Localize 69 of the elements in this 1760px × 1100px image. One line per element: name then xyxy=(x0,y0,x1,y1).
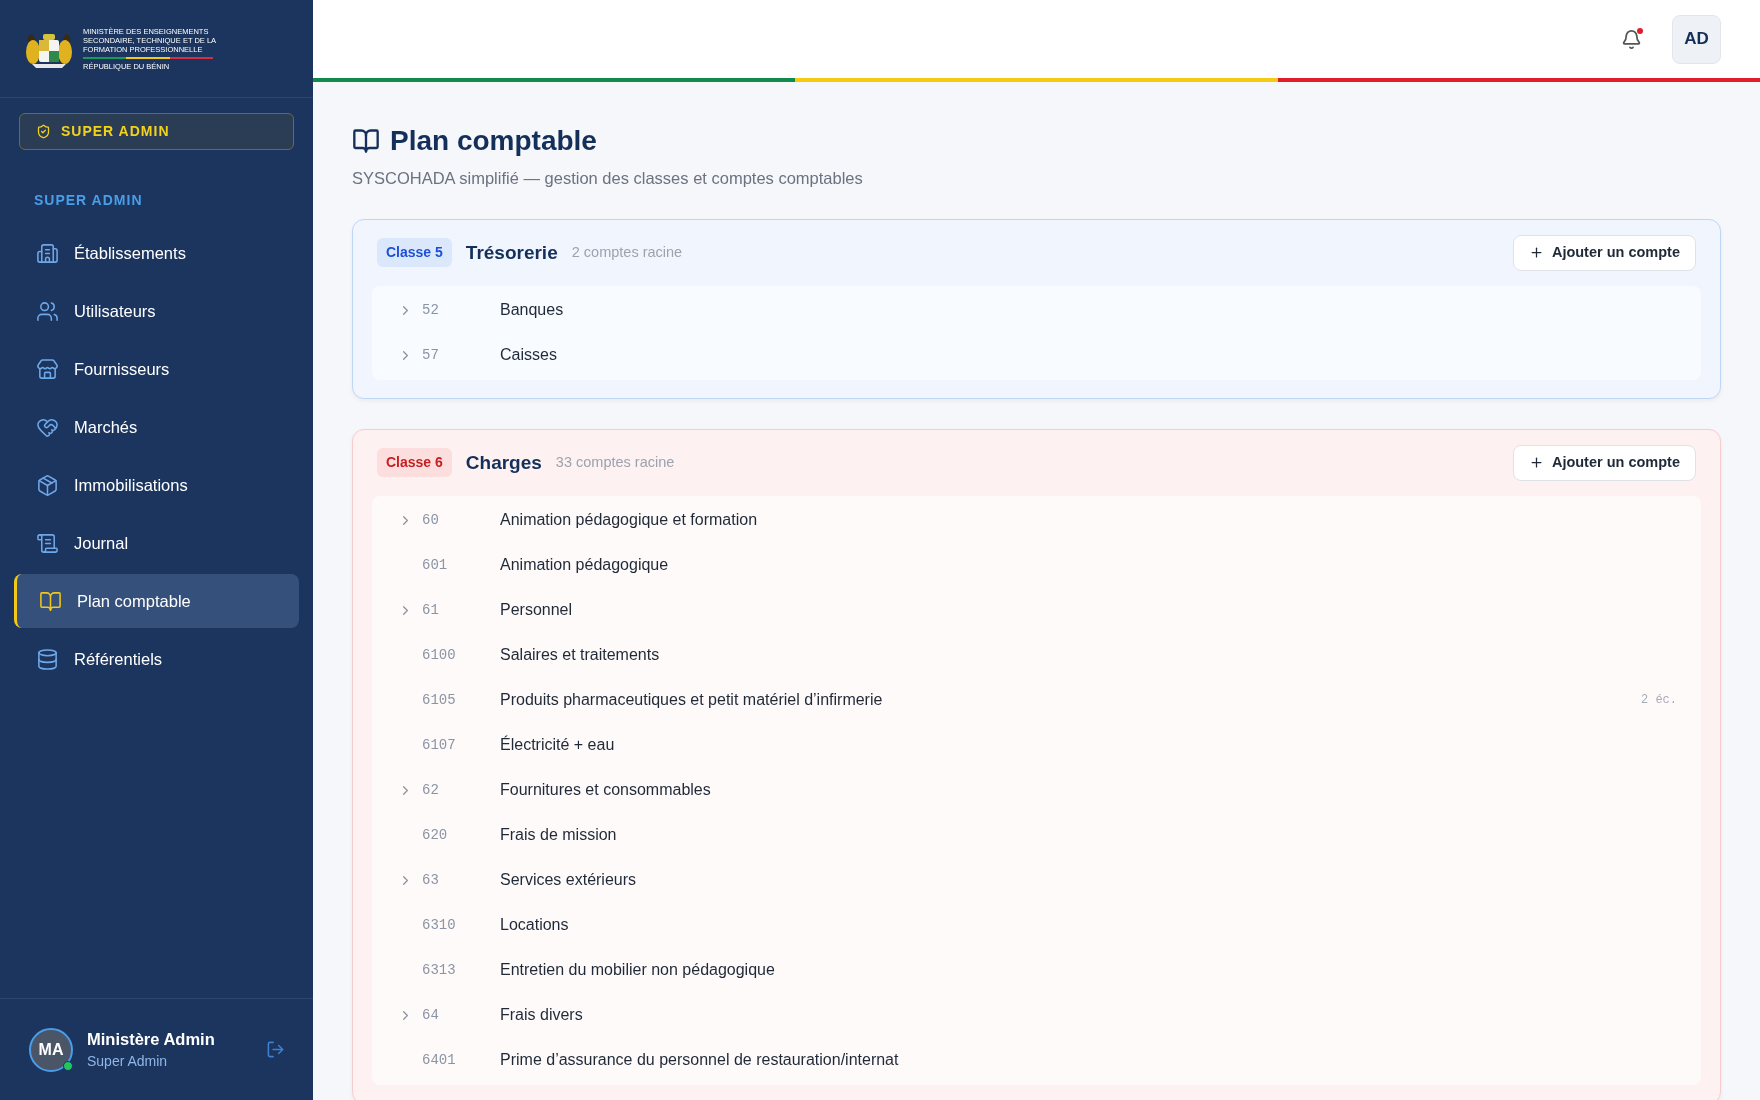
nav-item[interactable]: Plan comptable xyxy=(14,574,299,628)
account-label: Entretien du mobilier non pédagogique xyxy=(500,960,775,981)
scroll-icon xyxy=(36,531,59,555)
logout-icon[interactable] xyxy=(266,1040,285,1059)
page-title: Plan comptable xyxy=(390,124,597,158)
nav-item[interactable]: Établissements xyxy=(14,226,299,280)
account-label: Prime d’assurance du personnel de restauration/internat xyxy=(500,1050,899,1071)
plus-icon xyxy=(1528,245,1544,261)
account-label: Fournitures et consommables xyxy=(500,780,711,801)
notification-button[interactable] xyxy=(1621,28,1642,50)
store-icon xyxy=(36,357,59,381)
account-code: 61 xyxy=(422,600,440,620)
account-code: 6313 xyxy=(422,960,457,980)
account-count: 2 comptes racine xyxy=(571,242,683,262)
account-label: Animation pédagogique et formation xyxy=(500,510,758,531)
page-subtitle: SYSCOHADA simplifié — gestion des classes et comptes comptables xyxy=(352,168,864,189)
account-button[interactable]: AD xyxy=(1672,14,1721,64)
account-code: 64 xyxy=(422,1005,440,1025)
account-code: 620 xyxy=(422,825,449,845)
account-label: Animation pédagogique xyxy=(500,555,669,576)
book-icon xyxy=(352,127,380,155)
account-code: 52 xyxy=(422,300,440,320)
account-label: Services extérieurs xyxy=(500,870,637,891)
add-account-button[interactable]: Ajouter un compte xyxy=(1512,234,1696,271)
account-code: 60 xyxy=(422,510,440,530)
account-label: Locations xyxy=(500,915,569,936)
nav-item[interactable]: Immobilisations xyxy=(14,458,299,512)
bell-icon xyxy=(1621,28,1642,50)
role-badge: SUPER ADMIN xyxy=(19,113,294,150)
account-code: 6310 xyxy=(422,915,457,935)
shield-check-icon xyxy=(36,124,51,139)
nav-item[interactable]: Marchés xyxy=(14,400,299,454)
building-icon xyxy=(36,241,59,265)
nav-item[interactable]: Journal xyxy=(14,516,299,570)
nav-item[interactable]: Utilisateurs xyxy=(14,284,299,338)
account-code: 601 xyxy=(422,555,449,575)
class-title: Charges xyxy=(465,450,542,475)
user-role: Super Admin xyxy=(87,1052,169,1072)
account-code: 6100 xyxy=(422,645,457,665)
entry-count: 2 éc. xyxy=(1641,692,1677,710)
nav-item[interactable]: Référentiels xyxy=(14,632,299,686)
add-account-button[interactable]: Ajouter un compte xyxy=(1512,444,1696,481)
account-code: 57 xyxy=(422,345,440,365)
account-label: Frais de mission xyxy=(500,825,617,846)
nav-item[interactable]: Fournisseurs xyxy=(14,342,299,396)
class-badge: Classe 6 xyxy=(377,448,452,478)
plus-icon xyxy=(1528,455,1544,471)
user-avatar: MA xyxy=(29,1027,73,1072)
account-label: Personnel xyxy=(500,600,573,621)
database-icon xyxy=(36,647,59,671)
account-label: Salaires et traitements xyxy=(500,645,660,666)
section-label: SUPER ADMIN xyxy=(34,191,144,210)
user-name: Ministère Admin xyxy=(87,1028,216,1050)
account-count: 33 comptes racine xyxy=(555,452,675,472)
account-code: 62 xyxy=(422,780,440,800)
account-code: 6401 xyxy=(422,1050,457,1070)
account-code: 6105 xyxy=(422,690,457,710)
account-label: Électricité + eau xyxy=(500,734,615,756)
account-code: 6107 xyxy=(422,735,457,755)
account-code: 63 xyxy=(422,870,440,890)
users-icon xyxy=(36,299,59,323)
class-badge: Classe 5 xyxy=(377,238,452,268)
class-title: Trésorerie xyxy=(465,240,558,265)
account-label: Frais divers xyxy=(500,1005,583,1026)
account-label: Banques xyxy=(500,300,564,321)
account-label: Caisses xyxy=(500,345,557,366)
book-icon xyxy=(39,589,62,613)
box-icon xyxy=(36,473,59,497)
account-label: Produits pharmaceutiques et petit matériel d’infirmerie xyxy=(500,690,883,711)
